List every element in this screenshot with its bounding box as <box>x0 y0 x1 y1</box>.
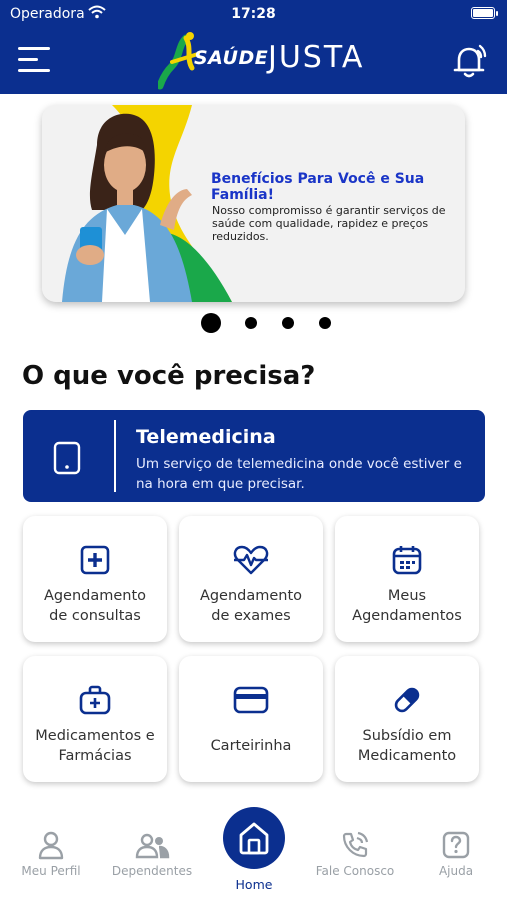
nav-item-profile[interactable]: Meu Perfil <box>6 830 96 878</box>
users-group-icon <box>135 833 170 859</box>
home-button[interactable] <box>223 807 285 869</box>
nav-label-help: Ajuda <box>438 864 474 878</box>
logo-text-justa: JUSTA <box>268 40 365 75</box>
bell-ringing-icon <box>453 44 487 78</box>
nav-item-help[interactable]: Ajuda <box>411 830 501 878</box>
heartbeat-icon <box>233 545 269 575</box>
telemedicine-description: Um serviço de telemedicina onde você est… <box>136 456 462 492</box>
carousel-dot[interactable] <box>319 317 331 329</box>
banner-description: Nosso compromisso é garantir serviços de… <box>212 204 446 243</box>
logo-text-saude: SAÚDE <box>194 47 269 69</box>
user-icon <box>38 831 64 860</box>
tile-label-carteirinha: Carteirinha <box>210 738 292 754</box>
pill-icon <box>394 687 420 713</box>
app-logo: SAÚDE JUSTA <box>158 32 368 90</box>
status-bar: Operadora 17:28 <box>0 0 507 28</box>
tile-carteirinha[interactable]: Carteirinha <box>179 656 323 782</box>
tile-agendamento-consultas[interactable]: Agendamento de consultas <box>23 516 167 642</box>
tile-label-consultas: Agendamento de consultas <box>43 588 147 624</box>
nav-label-home[interactable]: Home <box>203 877 305 892</box>
calendar-icon <box>392 546 422 575</box>
home-icon <box>239 822 269 855</box>
battery-icon <box>471 7 498 19</box>
medical-cross-icon <box>80 545 110 575</box>
medical-bag-icon <box>79 685 111 715</box>
nav-label-dependents: Dependentes <box>111 864 193 878</box>
bottom-navigation: Meu Perfil Dependentes Home Fale Conosco… <box>0 800 507 900</box>
card-divider <box>114 420 116 492</box>
card-icon <box>233 686 269 714</box>
nav-item-contact[interactable]: Fale Conosco <box>310 830 400 878</box>
tile-label-exames: Agendamento de exames <box>199 588 303 624</box>
help-icon <box>442 831 470 859</box>
tile-label-agendamentos: Meus Agendamentos <box>352 588 462 624</box>
telemedicine-title: Telemedicina <box>136 426 276 448</box>
hamburger-menu-icon <box>18 47 50 72</box>
smartphone-icon <box>53 441 81 479</box>
banner-title: Benefícios Para Você e Sua Família! <box>211 171 425 203</box>
tile-agendamento-exames[interactable]: Agendamento de exames <box>179 516 323 642</box>
nav-label-contact: Fale Conosco <box>315 864 395 878</box>
carousel-indicator <box>0 312 507 334</box>
telemedicine-card[interactable]: Telemedicina Um serviço de telemedicina … <box>23 410 485 502</box>
phone-call-icon <box>342 831 369 858</box>
notifications-button[interactable] <box>449 42 489 80</box>
carousel-dot[interactable] <box>245 317 257 329</box>
app-header: SAÚDE JUSTA <box>0 28 507 94</box>
nav-label-profile: Meu Perfil <box>21 864 81 878</box>
carousel-dot-active[interactable] <box>201 313 221 333</box>
tile-subsidio-medicamento[interactable]: Subsídio em Medicamento <box>335 656 479 782</box>
menu-button[interactable] <box>18 45 52 75</box>
section-title: O que você precisa? <box>22 361 316 391</box>
carousel-dot[interactable] <box>282 317 294 329</box>
nav-item-dependents[interactable]: Dependentes <box>107 830 197 878</box>
tile-label-medicamentos: Medicamentos e Farmácias <box>35 728 155 764</box>
promo-banner[interactable]: Benefícios Para Você e Sua Família! Noss… <box>42 105 465 302</box>
tile-label-subsidio: Subsídio em Medicamento <box>357 728 457 764</box>
tile-meus-agendamentos[interactable]: Meus Agendamentos <box>335 516 479 642</box>
status-time: 17:28 <box>231 6 276 22</box>
tile-medicamentos-farmacias[interactable]: Medicamentos e Farmácias <box>23 656 167 782</box>
